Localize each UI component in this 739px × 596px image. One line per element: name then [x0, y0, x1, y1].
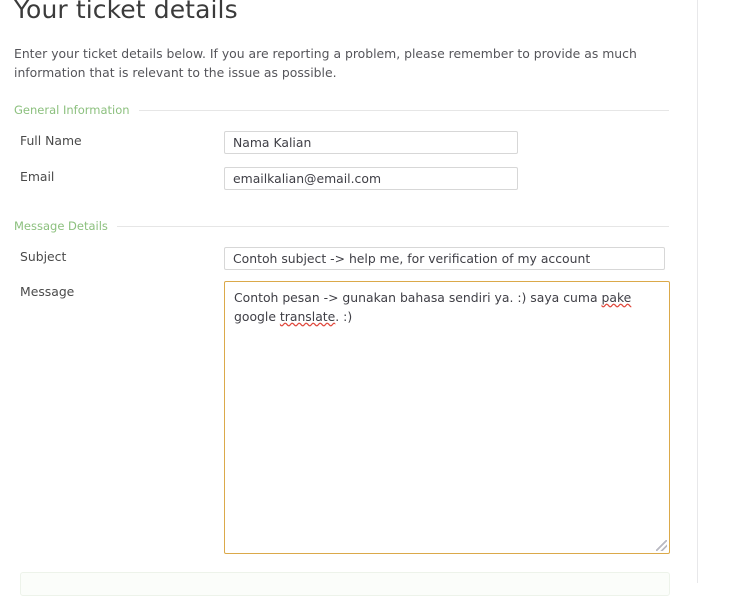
section-legend: General Information — [14, 103, 130, 117]
field-row-email: Email — [0, 167, 697, 197]
message-misspelled-word: pake — [601, 290, 632, 305]
section-header-general-information: General Information — [14, 103, 669, 117]
message-text-part: . :) — [335, 309, 353, 324]
message-textarea[interactable]: Contoh pesan -> gunakan bahasa sendiri y… — [224, 281, 670, 554]
message-label: Message — [20, 284, 75, 299]
section-divider — [138, 109, 669, 111]
page-right-border — [697, 0, 698, 583]
field-row-full-name: Full Name — [0, 131, 697, 161]
subject-input[interactable] — [224, 247, 665, 270]
subject-label: Subject — [20, 249, 67, 264]
section-legend: Message Details — [14, 219, 108, 233]
page-title: Your ticket details — [14, 0, 238, 24]
email-label: Email — [20, 169, 55, 184]
section-divider — [116, 225, 669, 227]
field-row-message: Message Contoh pesan -> gunakan bahasa s… — [0, 281, 697, 556]
intro-text: Enter your ticket details below. If you … — [14, 46, 637, 80]
bottom-panel — [20, 572, 670, 596]
ticket-details-form: Your ticket details Enter your ticket de… — [0, 0, 697, 596]
full-name-input[interactable] — [224, 131, 518, 154]
section-header-message-details: Message Details — [14, 219, 669, 233]
message-text-part: google — [234, 309, 280, 324]
field-row-subject: Subject — [0, 247, 697, 277]
message-text-part: Contoh pesan -> gunakan bahasa sendiri y… — [234, 290, 602, 305]
email-input[interactable] — [224, 167, 518, 190]
message-misspelled-word: translate — [279, 309, 336, 324]
resize-handle-icon[interactable] — [656, 540, 667, 551]
full-name-label: Full Name — [20, 133, 82, 148]
